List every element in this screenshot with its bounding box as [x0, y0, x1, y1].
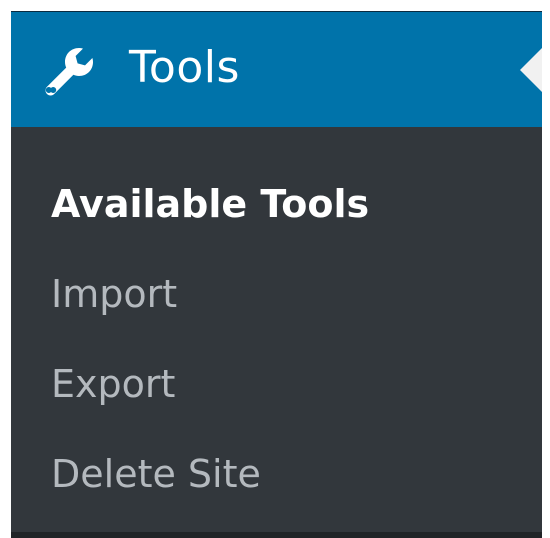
menu-header-tools[interactable]: Tools	[11, 12, 542, 127]
wrench-icon	[41, 44, 97, 100]
menu-bottom-edge	[11, 532, 542, 538]
submenu-item-available-tools[interactable]: Available Tools	[51, 179, 369, 229]
current-menu-arrow	[520, 48, 542, 92]
submenu-item-delete-site[interactable]: Delete Site	[51, 449, 261, 499]
submenu-item-export[interactable]: Export	[51, 359, 175, 409]
submenu-item-import[interactable]: Import	[51, 269, 177, 319]
admin-menu-tools: Tools Available Tools Import Export Dele…	[11, 11, 542, 534]
menu-header-title: Tools	[129, 42, 240, 93]
